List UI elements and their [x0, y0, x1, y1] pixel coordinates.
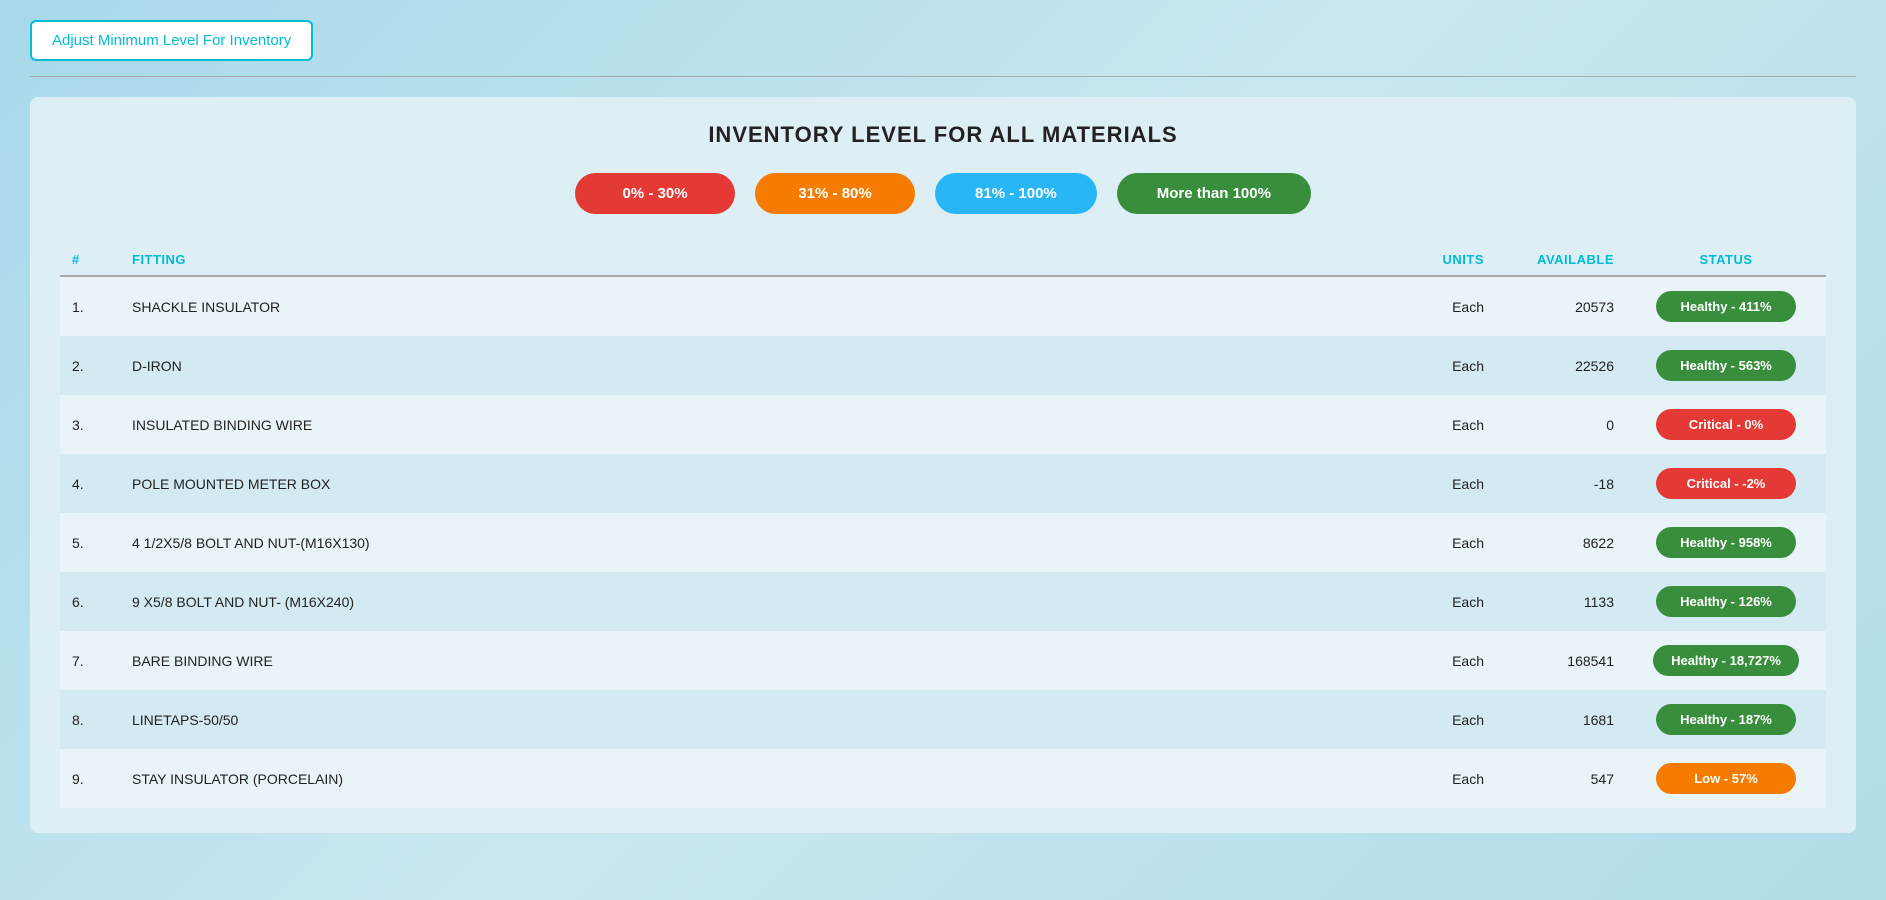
- cell-units: Each: [1396, 336, 1496, 395]
- cell-fitting: BARE BINDING WIRE: [120, 631, 1396, 690]
- cell-units: Each: [1396, 276, 1496, 336]
- status-badge: Low - 57%: [1656, 763, 1796, 794]
- cell-num: 9.: [60, 749, 120, 808]
- cell-status: Low - 57%: [1626, 749, 1826, 808]
- col-header-num: #: [60, 244, 120, 276]
- cell-fitting: LINETAPS-50/50: [120, 690, 1396, 749]
- cell-status: Healthy - 411%: [1626, 276, 1826, 336]
- cell-available: 8622: [1496, 513, 1626, 572]
- table-row: 1.SHACKLE INSULATOREach20573 Healthy - 41…: [60, 276, 1826, 336]
- status-badge: Healthy - 187%: [1656, 704, 1796, 735]
- cell-available: 1133: [1496, 572, 1626, 631]
- page-title: INVENTORY LEVEL FOR ALL MATERIALS: [60, 122, 1826, 148]
- cell-num: 7.: [60, 631, 120, 690]
- cell-available: 547: [1496, 749, 1626, 808]
- table-header-row: # FITTING UNITS AVAILABLE STATUS: [60, 244, 1826, 276]
- table-row: 5.4 1/2X5/8 BOLT AND NUT-(M16X130)Each86…: [60, 513, 1826, 572]
- cell-fitting: D-IRON: [120, 336, 1396, 395]
- cell-available: 168541: [1496, 631, 1626, 690]
- legend-81-100: 81% - 100%: [935, 173, 1097, 214]
- col-header-fitting: FITTING: [120, 244, 1396, 276]
- legend-100plus: More than 100%: [1117, 173, 1311, 214]
- cell-status: Healthy - 958%: [1626, 513, 1826, 572]
- cell-status: Healthy - 126%: [1626, 572, 1826, 631]
- legend-31-80: 31% - 80%: [755, 173, 915, 214]
- col-header-available: AVAILABLE: [1496, 244, 1626, 276]
- cell-num: 5.: [60, 513, 120, 572]
- cell-available: 20573: [1496, 276, 1626, 336]
- cell-units: Each: [1396, 690, 1496, 749]
- adjust-min-level-button[interactable]: Adjust Minimum Level For Inventory: [30, 20, 313, 61]
- cell-num: 3.: [60, 395, 120, 454]
- status-badge: Healthy - 18,727%: [1653, 645, 1799, 676]
- status-badge: Healthy - 411%: [1656, 291, 1796, 322]
- cell-num: 2.: [60, 336, 120, 395]
- status-badge: Healthy - 563%: [1656, 350, 1796, 381]
- table-row: 8.LINETAPS-50/50Each1681 Healthy - 187%: [60, 690, 1826, 749]
- table-row: 2.D-IRONEach22526 Healthy - 563%: [60, 336, 1826, 395]
- cell-fitting: 4 1/2X5/8 BOLT AND NUT-(M16X130): [120, 513, 1396, 572]
- cell-num: 8.: [60, 690, 120, 749]
- legend-0-30: 0% - 30%: [575, 173, 735, 214]
- cell-units: Each: [1396, 395, 1496, 454]
- cell-status: Critical - 0%: [1626, 395, 1826, 454]
- cell-available: 1681: [1496, 690, 1626, 749]
- legend-row: 0% - 30% 31% - 80% 81% - 100% More than …: [60, 173, 1826, 214]
- cell-status: Critical - -2%: [1626, 454, 1826, 513]
- inventory-table: # FITTING UNITS AVAILABLE STATUS 1.SHACK…: [60, 244, 1826, 808]
- status-badge: Healthy - 126%: [1656, 586, 1796, 617]
- cell-num: 6.: [60, 572, 120, 631]
- cell-num: 1.: [60, 276, 120, 336]
- cell-fitting: INSULATED BINDING WIRE: [120, 395, 1396, 454]
- cell-fitting: POLE MOUNTED METER BOX: [120, 454, 1396, 513]
- col-header-units: UNITS: [1396, 244, 1496, 276]
- main-card: INVENTORY LEVEL FOR ALL MATERIALS 0% - 3…: [30, 97, 1856, 833]
- cell-available: 22526: [1496, 336, 1626, 395]
- cell-num: 4.: [60, 454, 120, 513]
- cell-units: Each: [1396, 572, 1496, 631]
- col-header-status: STATUS: [1626, 244, 1826, 276]
- cell-units: Each: [1396, 749, 1496, 808]
- cell-fitting: SHACKLE INSULATOR: [120, 276, 1396, 336]
- cell-units: Each: [1396, 454, 1496, 513]
- cell-available: -18: [1496, 454, 1626, 513]
- cell-units: Each: [1396, 631, 1496, 690]
- cell-available: 0: [1496, 395, 1626, 454]
- status-badge: Healthy - 958%: [1656, 527, 1796, 558]
- status-badge: Critical - -2%: [1656, 468, 1796, 499]
- page-wrapper: Adjust Minimum Level For Inventory INVEN…: [0, 0, 1886, 853]
- cell-fitting: STAY INSULATOR (PORCELAIN): [120, 749, 1396, 808]
- cell-status: Healthy - 187%: [1626, 690, 1826, 749]
- cell-status: Healthy - 18,727%: [1626, 631, 1826, 690]
- table-row: 9.STAY INSULATOR (PORCELAIN)Each547 Low -…: [60, 749, 1826, 808]
- cell-fitting: 9 X5/8 BOLT AND NUT- (M16X240): [120, 572, 1396, 631]
- status-badge: Critical - 0%: [1656, 409, 1796, 440]
- table-row: 3.INSULATED BINDING WIREEach0 Critical - …: [60, 395, 1826, 454]
- cell-status: Healthy - 563%: [1626, 336, 1826, 395]
- table-row: 6.9 X5/8 BOLT AND NUT- (M16X240)Each1133…: [60, 572, 1826, 631]
- cell-units: Each: [1396, 513, 1496, 572]
- header-divider: [30, 76, 1856, 77]
- table-row: 7.BARE BINDING WIREEach168541 Healthy - 1…: [60, 631, 1826, 690]
- table-row: 4.POLE MOUNTED METER BOXEach-18 Critical …: [60, 454, 1826, 513]
